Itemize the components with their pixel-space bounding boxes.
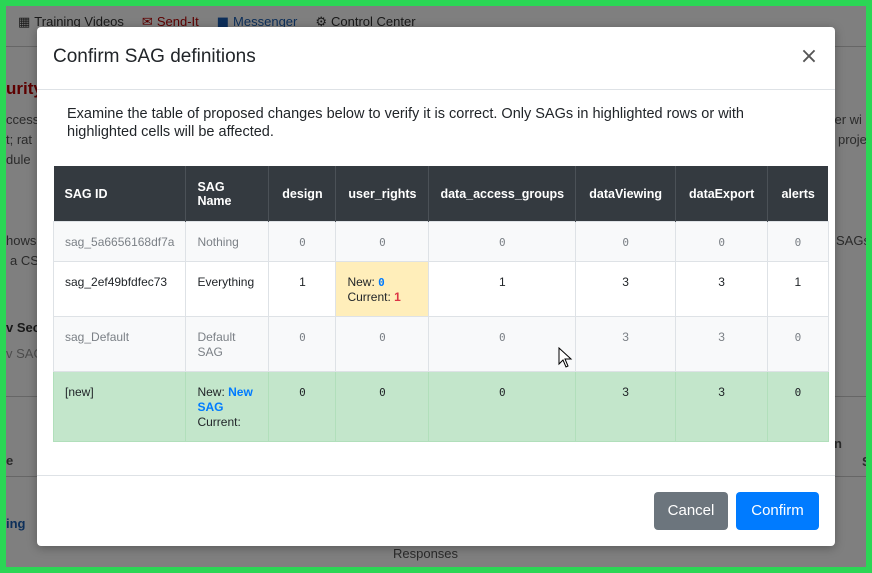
col-sag-name: SAG Name: [185, 166, 270, 222]
table-row: sag_2ef49bfdfec73 Everything 1 New: 0 Cu…: [52, 261, 829, 317]
sag-name-cell: Default SAG: [185, 316, 270, 372]
sag-id-cell: sag_Default: [52, 316, 187, 372]
user-rights-cell: 0: [335, 371, 430, 442]
data-export-cell: 3: [675, 316, 769, 372]
data-access-groups-cell: 0: [428, 221, 577, 262]
new-value: 0: [378, 276, 385, 289]
current-label: Current:: [197, 415, 241, 429]
design-cell: 0: [268, 316, 337, 372]
sag-name-cell: New: New SAG Current:: [185, 371, 270, 442]
data-viewing-cell: 0: [575, 221, 677, 262]
col-data-export: dataExport: [675, 166, 769, 222]
col-alerts: alerts: [767, 166, 829, 222]
data-access-groups-cell: 1: [428, 261, 577, 317]
table-row: sag_5a6656168df7a Nothing 0 0 0 0 0 0: [52, 221, 829, 262]
modal-title: Confirm SAG definitions: [53, 46, 256, 67]
table-header-row: SAG ID SAG Name design user_rights data_…: [53, 166, 829, 222]
new-label: New:: [347, 275, 375, 289]
user-rights-cell: 0: [335, 221, 430, 262]
data-viewing-cell: 3: [575, 261, 677, 317]
col-label: SAG Name: [197, 179, 232, 208]
user-rights-changed-cell: New: 0 Current: 1: [335, 261, 430, 317]
app-frame: ▦Training Videos ✉Send-It ■Messenger ⚙Co…: [6, 6, 866, 567]
confirm-button[interactable]: Confirm: [736, 492, 819, 530]
new-label: New:: [197, 385, 225, 399]
data-export-cell: 3: [675, 261, 769, 317]
alerts-cell: 0: [767, 371, 829, 442]
alerts-cell: 0: [767, 316, 829, 372]
alerts-cell: 0: [767, 221, 829, 262]
sag-name-cell: Everything: [185, 261, 270, 317]
data-access-groups-cell: 0: [428, 371, 577, 442]
current-value-line: Current: 1: [347, 290, 417, 305]
modal-intro-text: Examine the table of proposed changes be…: [67, 106, 744, 140]
design-cell: 0: [268, 371, 337, 442]
design-cell: 0: [268, 221, 337, 262]
sag-id-cell: sag_5a6656168df7a: [52, 221, 187, 262]
sag-id-cell: [new]: [52, 371, 187, 442]
sag-id-cell: sag_2ef49bfdfec73: [52, 261, 187, 317]
mouse-cursor-icon: [558, 347, 573, 368]
col-data-viewing: dataViewing: [575, 166, 677, 222]
current-label: Current:: [347, 290, 391, 304]
new-value-line: New: 0: [347, 275, 417, 290]
close-icon[interactable]: ×: [797, 45, 821, 69]
modal-footer: Cancel Confirm: [37, 475, 835, 546]
col-data-access-groups: data_access_groups: [428, 166, 577, 222]
data-viewing-cell: 3: [575, 371, 677, 442]
alerts-cell: 1: [767, 261, 829, 317]
data-viewing-cell: 3: [575, 316, 677, 372]
data-export-cell: 3: [675, 371, 769, 442]
col-user-rights: user_rights: [335, 166, 430, 222]
col-sag-id: SAG ID: [53, 166, 187, 222]
sag-changes-table: SAG ID SAG Name design user_rights data_…: [52, 166, 829, 442]
new-value-line: New: New SAG: [197, 385, 257, 415]
sag-name-cell: Nothing: [185, 221, 270, 262]
data-export-cell: 0: [675, 221, 769, 262]
cancel-button[interactable]: Cancel: [654, 492, 728, 530]
data-access-groups-cell: 0: [428, 316, 577, 372]
col-design: design: [268, 166, 337, 222]
table-row: sag_Default Default SAG 0 0 0 3 3 0: [52, 316, 829, 372]
table-row-new: [new] New: New SAG Current: 0 0 0 3 3 0: [52, 371, 829, 442]
user-rights-cell: 0: [335, 316, 430, 372]
current-value: 1: [394, 290, 401, 304]
modal-header: Confirm SAG definitions ×: [37, 27, 835, 90]
confirm-sag-modal: Confirm SAG definitions × Examine the ta…: [37, 27, 835, 546]
design-cell: 1: [268, 261, 337, 317]
